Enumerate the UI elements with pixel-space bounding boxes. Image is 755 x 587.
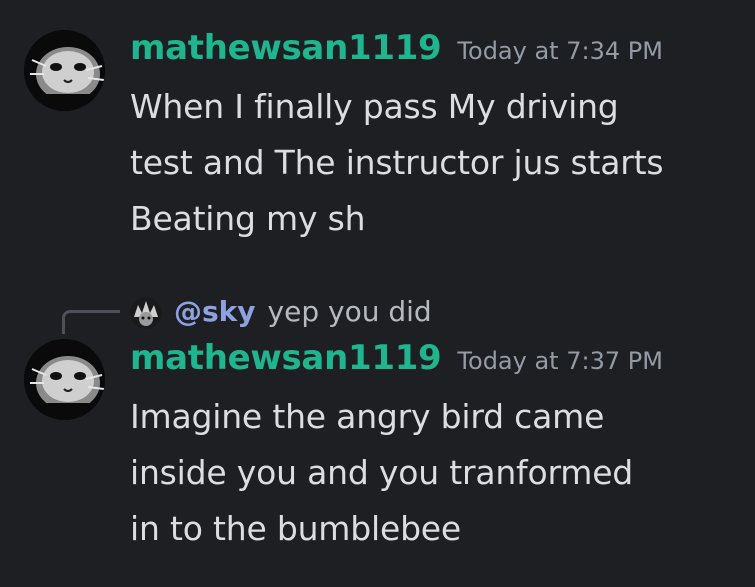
reply-mention[interactable]: @sky: [174, 295, 256, 328]
reply-text[interactable]: @sky yep you did: [174, 288, 432, 334]
reply-connector-line: [62, 310, 120, 334]
timestamp[interactable]: Today at 7:37 PM: [457, 347, 663, 375]
user-avatar[interactable]: [24, 339, 105, 420]
message-line: test and The instructor jus starts: [130, 143, 664, 182]
user-avatar[interactable]: [24, 30, 105, 111]
message-line: inside you and you tranformed: [130, 453, 634, 492]
message-header: mathewsan1119 Today at 7:34 PM: [130, 28, 663, 72]
chat-message-reply: @sky yep you did mathewsan1119 Today at …: [0, 280, 755, 580]
message-line: in to the bumblebee: [130, 509, 462, 548]
spiky-avatar-icon: [130, 297, 162, 329]
message-content: Imagine the angry bird came inside you a…: [130, 389, 740, 557]
reply-snippet[interactable]: yep you did: [268, 295, 432, 328]
reply-avatar[interactable]: [130, 297, 162, 329]
username[interactable]: mathewsan1119: [130, 28, 442, 68]
message-line: When I finally pass My driving: [130, 87, 619, 126]
chat-message: mathewsan1119 Today at 7:34 PM When I fi…: [0, 0, 755, 270]
message-line: Imagine the angry bird came: [130, 397, 605, 436]
message-header: mathewsan1119 Today at 7:37 PM: [130, 338, 663, 382]
cat-face-avatar-icon: [24, 339, 105, 420]
message-content: When I finally pass My driving test and …: [130, 79, 740, 247]
username[interactable]: mathewsan1119: [130, 338, 442, 378]
timestamp[interactable]: Today at 7:34 PM: [457, 37, 663, 65]
reply-preview[interactable]: @sky yep you did: [0, 288, 755, 334]
message-line: Beating my sh: [130, 199, 366, 238]
cat-face-avatar-icon: [24, 30, 105, 111]
